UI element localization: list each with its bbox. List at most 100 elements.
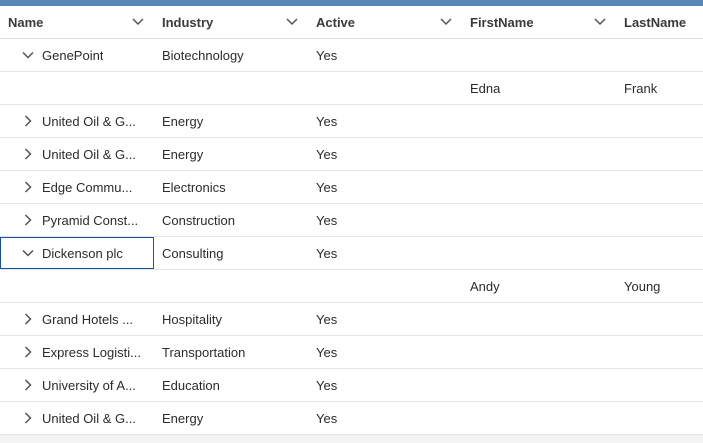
- account-row[interactable]: Dickenson plc Consulting Yes: [0, 237, 703, 270]
- firstname-cell: [462, 369, 616, 401]
- chevron-down-icon[interactable]: [130, 14, 146, 30]
- firstname-cell: Andy: [462, 270, 616, 302]
- industry-cell: Energy: [154, 105, 308, 137]
- account-name: Grand Hotels ...: [42, 311, 134, 327]
- firstname-cell: [462, 105, 616, 137]
- lastname-cell: Frank: [616, 72, 703, 104]
- account-name: United Oil & G...: [42, 146, 136, 162]
- account-name: Dickenson plc: [42, 245, 123, 261]
- name-cell[interactable]: GenePoint: [0, 39, 154, 71]
- account-row[interactable]: United Oil & G... Energy Yes: [0, 138, 703, 171]
- name-cell[interactable]: University of A...: [0, 369, 154, 401]
- column-header-label: FirstName: [470, 14, 534, 30]
- account-name: GenePoint: [42, 47, 104, 63]
- active-cell: [308, 72, 462, 104]
- industry-cell: Hospitality: [154, 303, 308, 335]
- firstname-cell: [462, 171, 616, 203]
- contact-row[interactable]: Andy Young: [0, 270, 703, 303]
- account-row[interactable]: Grand Hotels ... Hospitality Yes: [0, 303, 703, 336]
- lastname-value: Frank: [624, 80, 658, 96]
- active-cell: Yes: [308, 369, 462, 401]
- firstname-value: Andy: [470, 278, 500, 294]
- active-cell: Yes: [308, 336, 462, 368]
- firstname-cell: [462, 336, 616, 368]
- industry-cell: Construction: [154, 204, 308, 236]
- name-cell[interactable]: Dickenson plc: [0, 237, 154, 269]
- chevron-right-icon[interactable]: [20, 344, 36, 360]
- chevron-right-icon[interactable]: [20, 113, 36, 129]
- account-row[interactable]: Edge Commu... Electronics Yes: [0, 171, 703, 204]
- industry-cell: [154, 72, 308, 104]
- active-value: Yes: [316, 311, 338, 327]
- active-value: Yes: [316, 377, 338, 393]
- account-name: Edge Commu...: [42, 179, 133, 195]
- active-value: Yes: [316, 113, 338, 129]
- account-row[interactable]: University of A... Education Yes: [0, 369, 703, 402]
- chevron-down-icon[interactable]: [592, 14, 608, 30]
- column-header-label: Active: [316, 14, 356, 30]
- column-header-label: Name: [8, 14, 44, 30]
- industry-value: Consulting: [162, 245, 224, 261]
- column-header-active[interactable]: Active: [308, 6, 462, 38]
- name-cell[interactable]: Edge Commu...: [0, 171, 154, 203]
- firstname-cell: [462, 402, 616, 434]
- column-header-name[interactable]: Name: [0, 6, 154, 38]
- active-value: Yes: [316, 47, 338, 63]
- contact-row[interactable]: Edna Frank: [0, 72, 703, 105]
- account-name: United Oil & G...: [42, 410, 136, 426]
- chevron-down-icon[interactable]: [20, 47, 36, 63]
- chevron-right-icon[interactable]: [20, 377, 36, 393]
- active-value: Yes: [316, 146, 338, 162]
- industry-cell: Energy: [154, 402, 308, 434]
- chevron-right-icon[interactable]: [20, 410, 36, 426]
- active-cell: [308, 270, 462, 302]
- industry-cell: Electronics: [154, 171, 308, 203]
- industry-value: Energy: [162, 113, 204, 129]
- chevron-down-icon[interactable]: [284, 14, 300, 30]
- industry-cell: [154, 270, 308, 302]
- column-header-firstname[interactable]: FirstName: [462, 6, 616, 38]
- name-cell[interactable]: Pyramid Const...: [0, 204, 154, 236]
- active-cell: Yes: [308, 105, 462, 137]
- firstname-cell: [462, 303, 616, 335]
- account-name: Express Logisti...: [42, 344, 141, 360]
- name-cell[interactable]: United Oil & G...: [0, 402, 154, 434]
- active-cell: Yes: [308, 303, 462, 335]
- chevron-right-icon[interactable]: [20, 179, 36, 195]
- name-cell[interactable]: United Oil & G...: [0, 105, 154, 137]
- industry-value: Hospitality: [162, 311, 222, 327]
- active-value: Yes: [316, 344, 338, 360]
- account-row[interactable]: United Oil & G... Energy Yes: [0, 105, 703, 138]
- account-row[interactable]: United Oil & G... Energy Yes: [0, 402, 703, 435]
- name-cell[interactable]: Grand Hotels ...: [0, 303, 154, 335]
- tree-grid: Name Industry Active FirstName LastName: [0, 6, 703, 435]
- account-name: United Oil & G...: [42, 113, 136, 129]
- name-cell[interactable]: Express Logisti...: [0, 336, 154, 368]
- industry-value: Transportation: [162, 344, 246, 360]
- industry-value: Electronics: [162, 179, 226, 195]
- account-row[interactable]: GenePoint Biotechnology Yes: [0, 39, 703, 72]
- firstname-cell: [462, 237, 616, 269]
- firstname-cell: [462, 138, 616, 170]
- chevron-down-icon[interactable]: [20, 245, 36, 261]
- active-value: Yes: [316, 179, 338, 195]
- lastname-cell: [616, 336, 703, 368]
- active-value: Yes: [316, 245, 338, 261]
- account-row[interactable]: Pyramid Const... Construction Yes: [0, 204, 703, 237]
- active-value: Yes: [316, 410, 338, 426]
- chevron-right-icon[interactable]: [20, 146, 36, 162]
- chevron-down-icon[interactable]: [438, 14, 454, 30]
- active-cell: Yes: [308, 138, 462, 170]
- firstname-cell: [462, 204, 616, 236]
- active-cell: Yes: [308, 402, 462, 434]
- industry-value: Energy: [162, 146, 204, 162]
- column-header-industry[interactable]: Industry: [154, 6, 308, 38]
- chevron-right-icon[interactable]: [20, 212, 36, 228]
- column-header-lastname[interactable]: LastName: [616, 6, 703, 38]
- lastname-cell: [616, 171, 703, 203]
- chevron-right-icon[interactable]: [20, 311, 36, 327]
- lastname-cell: [616, 204, 703, 236]
- account-row[interactable]: Express Logisti... Transportation Yes: [0, 336, 703, 369]
- name-cell[interactable]: United Oil & G...: [0, 138, 154, 170]
- lastname-cell: [616, 369, 703, 401]
